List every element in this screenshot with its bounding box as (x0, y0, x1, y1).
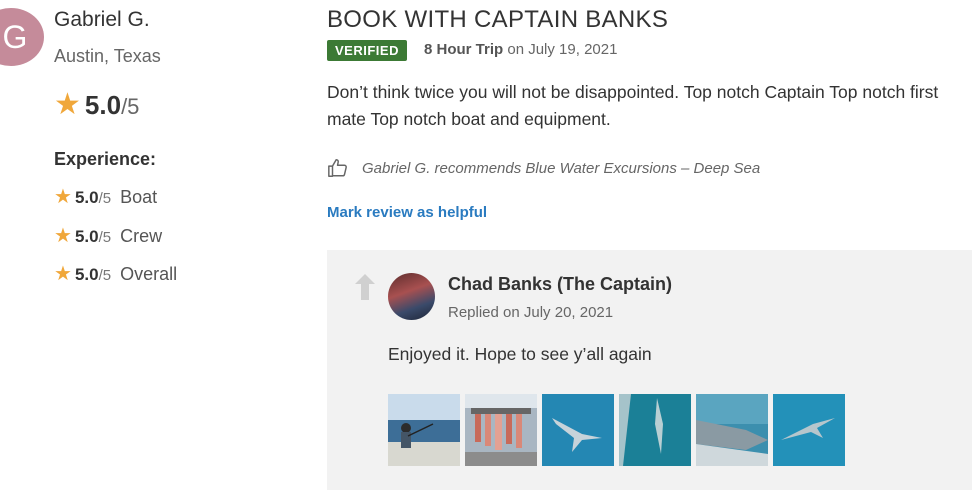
experience-score: 5.0 (74, 188, 99, 207)
photo-thumbnail[interactable] (773, 394, 845, 466)
experience-row-crew: ★ 5.0 /5 Crew (54, 223, 162, 248)
experience-label: Boat (120, 187, 158, 207)
photo-thumbnail[interactable] (465, 394, 537, 466)
experience-score: 5.0 (74, 227, 99, 246)
recommendation: Gabriel G. recommends Blue Water Excursi… (327, 157, 760, 179)
photo-thumbnail[interactable] (696, 394, 768, 466)
experience-row-boat: ★ 5.0 /5 Boat (54, 184, 157, 209)
reply-date: Replied on July 20, 2021 (448, 304, 614, 321)
recommend-text: Gabriel G. recommends Blue Water Excursi… (362, 159, 761, 177)
reply-body: Enjoyed it. Hope to see y’all again (388, 344, 652, 364)
reviewer-location: Austin, Texas (54, 46, 161, 66)
experience-row-overall: ★ 5.0 /5 Overall (54, 261, 177, 286)
star-icon: ★ (54, 186, 72, 208)
reply-photos (388, 394, 845, 466)
mark-helpful-link[interactable]: Mark review as helpful (327, 204, 487, 221)
photo-thumbnail[interactable] (542, 394, 614, 466)
overall-max: /5 (121, 94, 140, 119)
reviewer-name: Gabriel G. (54, 8, 150, 31)
star-icon: ★ (54, 225, 72, 247)
experience-max: /5 (98, 229, 112, 246)
experience-title: Experience: (54, 149, 157, 169)
experience-score: 5.0 (74, 265, 99, 284)
verified-badge: VERIFIED (327, 40, 407, 61)
overall-score: 5.0 (84, 90, 122, 120)
review-title: BOOK WITH CAPTAIN BANKS (327, 6, 669, 33)
experience-label: Overall (120, 264, 178, 284)
captain-name: Chad Banks (The Captain) (448, 274, 673, 294)
photo-thumbnail[interactable] (388, 394, 460, 466)
trip-type: 8 Hour Trip (424, 41, 504, 58)
overall-rating: ★ 5.0 /5 (54, 90, 139, 121)
star-icon: ★ (54, 263, 72, 285)
experience-max: /5 (98, 267, 112, 284)
experience-label: Crew (120, 226, 163, 246)
captain-avatar (388, 273, 435, 320)
experience-max: /5 (98, 190, 112, 207)
review-body: Don’t think twice you will not be disapp… (327, 82, 939, 129)
reply-arrow-icon (355, 274, 375, 300)
reviewer-avatar: G (0, 8, 44, 66)
photo-thumbnail[interactable] (619, 394, 691, 466)
thumbs-up-icon (328, 159, 347, 177)
trip-date: on July 19, 2021 (507, 41, 618, 58)
trip-info: 8 Hour Trip on July 19, 2021 (424, 41, 617, 58)
star-icon: ★ (54, 88, 81, 121)
